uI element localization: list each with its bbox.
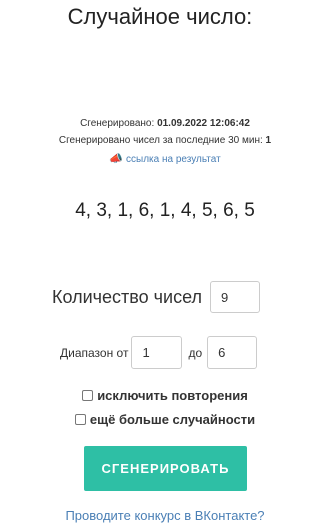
generate-button[interactable]: СГЕНЕРИРОВАТЬ bbox=[84, 446, 247, 491]
exclude-repeats-option[interactable]: исключить повторения bbox=[0, 388, 330, 403]
exclude-repeats-label: исключить повторения bbox=[97, 388, 248, 403]
generated-value: 01.09.2022 12:06:42 bbox=[157, 118, 250, 129]
range-from-label: Диапазон от bbox=[60, 345, 129, 360]
page-title: Случайное число: bbox=[67, 4, 253, 29]
range-to-label: до bbox=[188, 345, 203, 360]
share-link-icon: 📣 bbox=[109, 153, 124, 165]
quantity-row: Количество чисел bbox=[52, 281, 261, 313]
more-random-label: ещё больше случайности bbox=[89, 412, 256, 427]
result-link[interactable]: 📣 ссылка на результат bbox=[0, 152, 330, 165]
quantity-label: Количество чисел bbox=[52, 286, 203, 307]
exclude-repeats-checkbox[interactable] bbox=[82, 390, 94, 401]
promo-link[interactable]: Проводите конкурс в ВКонтакте? bbox=[0, 508, 330, 523]
random-result: 4, 3, 1, 6, 1, 4, 5, 6, 5 bbox=[75, 200, 255, 221]
result-link-text[interactable]: ссылка на результат bbox=[126, 154, 221, 165]
more-random-checkbox[interactable] bbox=[74, 414, 86, 425]
more-random-option[interactable]: ещё больше случайности bbox=[0, 412, 330, 427]
generated-time: Сгенерировано: 01.09.2022 12:06:42 bbox=[0, 118, 330, 129]
range-from-input[interactable] bbox=[131, 336, 183, 369]
range-row: Диапазон от до bbox=[60, 336, 258, 369]
generated-count: Сгенерировано чисел за последние 30 мин:… bbox=[0, 135, 330, 146]
count-value: 1 bbox=[265, 135, 272, 146]
range-to-input[interactable] bbox=[207, 336, 258, 369]
quantity-input[interactable] bbox=[210, 281, 261, 313]
generated-label: Сгенерировано: bbox=[80, 118, 155, 129]
count-label: Сгенерировано чисел за последние 30 мин: bbox=[58, 135, 263, 146]
